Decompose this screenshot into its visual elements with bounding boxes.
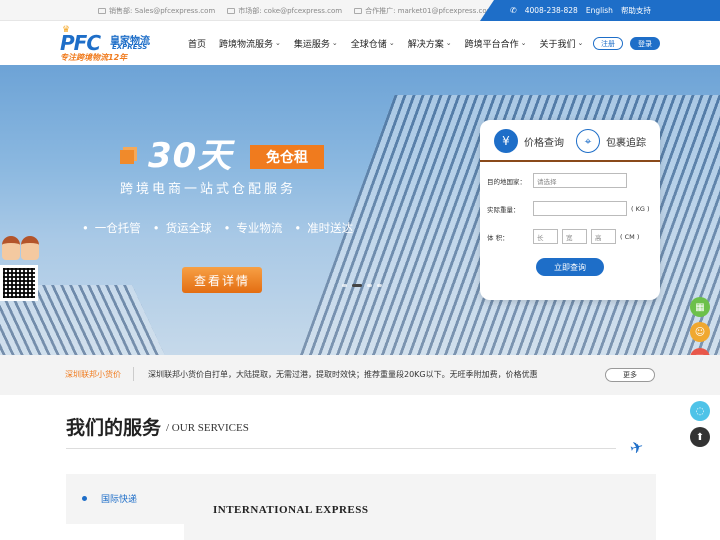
mail-icon [98,7,106,14]
customer-service-avatars[interactable] [0,236,42,262]
length-input[interactable]: 长 [533,229,558,244]
banner-bullets: 一仓托管 货运全球 专业物流 准时送达 [82,220,353,236]
width-input[interactable]: 宽 [562,229,587,244]
tab-package-tracking[interactable]: ⌖ 包裹追踪 [576,129,646,153]
contact-promo[interactable]: 合作推广: market01@pfcexpress.com [354,6,493,16]
register-button[interactable]: 注册 [593,37,623,50]
back-to-top-icon[interactable]: ⬆ [690,427,710,447]
location-pin-icon: ⌖ [576,129,600,153]
banner-bullet: 准时送达 [294,220,353,236]
chevron-down-icon: ⌄ [388,39,395,47]
chat-icon[interactable]: ◌ [690,401,710,421]
carousel-dots [342,284,382,287]
login-button[interactable]: 登录 [630,37,660,50]
size-unit: ( CM ) [620,232,640,241]
banner-bullet: 货运全球 [153,220,212,236]
weight-input[interactable] [533,201,627,216]
avatar [2,236,20,260]
height-input[interactable]: 高 [591,229,616,244]
carousel-dot[interactable] [367,284,372,287]
cube-icon [120,150,134,164]
service-title-en: INTERNATIONAL EXPRESS [213,504,369,516]
chevron-down-icon: ⌄ [520,39,527,47]
qr-code [0,265,38,301]
nav-warehousing[interactable]: 全球仓储 ⌄ [351,37,395,50]
phone-number: 4008-238-828 [524,6,578,15]
divider [133,367,134,381]
query-submit-button[interactable]: 立即查询 [536,258,604,276]
weight-label: 实际重量： [487,205,520,214]
contact-sales[interactable]: 销售部: Sales@pfcexpress.com [98,6,215,16]
airplane-icon: ✈ [627,436,646,459]
country-select[interactable]: 请选择 [533,173,627,188]
header: ♛ PFC 皇家物流 EXPRESS 专注跨境物流12年 首页 跨境物流服务 ⌄ … [0,21,720,65]
contact-market[interactable]: 市场部: coke@pfcexpress.com [227,6,342,16]
mail-icon [354,7,363,14]
query-panel: ¥ 价格查询 ⌖ 包裹追踪 目的地国家： 请选择 实际重量： ( KG ) 体 … [480,120,660,300]
qr-float-icon[interactable]: ▦ [690,297,710,317]
divider [66,448,616,449]
size-label: 体 积： [487,233,509,242]
nav-home[interactable]: 首页 [188,37,206,50]
main-nav: 首页 跨境物流服务 ⌄ 集运服务 ⌄ 全球仓储 ⌄ 解决方案 ⌄ 跨境平台合作 ⌄ 关于我… [188,21,596,65]
country-row: 目的地国家： 请选择 [487,173,627,188]
weight-row: 实际重量： ( KG ) [487,201,650,216]
country-label: 目的地国家： [487,177,526,186]
banner-bullet: 专业物流 [224,220,282,236]
banner-tag: 免仓租 [250,145,324,169]
view-details-button[interactable]: 查看详情 [182,267,262,293]
chevron-down-icon: ⌄ [577,39,584,47]
yen-icon: ¥ [494,129,518,153]
news-strip: 深圳联邦小货价 深圳联邦小货价自打单，大陆提取，无需过港，提取时效快；推荐重量段… [0,355,720,395]
services-title: 我们的服务 [66,417,162,439]
banner-subtitle: 跨境电商一站式仓配服务 [120,182,297,197]
weight-unit: ( KG ) [631,204,650,213]
services-tab-gap [66,524,184,540]
top-bar-right: ✆ 4008-238-828 English 帮助支持 [480,0,720,21]
nav-cross-border-logistics[interactable]: 跨境物流服务 ⌄ [219,37,281,50]
help-link[interactable]: 帮助支持 [621,5,651,16]
query-tabs: ¥ 价格查询 ⌖ 包裹追踪 [480,120,660,162]
service-item-international-express[interactable]: 国际快递 [82,492,137,505]
nav-solutions[interactable]: 解决方案 ⌄ [408,37,452,50]
english-link[interactable]: English [586,6,613,15]
contact-list: 销售部: Sales@pfcexpress.com 市场部: coke@pfce… [98,0,493,21]
banner-headline: 30天 [148,136,233,176]
avatar [21,236,39,260]
tab-price-query[interactable]: ¥ 价格查询 [494,129,564,153]
chevron-down-icon: ⌄ [445,39,452,47]
chevron-down-icon: ⌄ [275,39,281,47]
carousel-dot[interactable] [342,284,347,287]
logo[interactable]: ♛ PFC 皇家物流 EXPRESS 专注跨境物流12年 [60,25,160,63]
news-tag[interactable]: 深圳联邦小货价 [65,369,121,380]
mail-icon [227,7,236,14]
qq-icon[interactable]: ☺ [690,322,710,342]
carousel-dot-active[interactable] [352,284,362,287]
size-row: 体 积： 长 宽 高 ( CM ) [487,229,639,244]
banner-bullet: 一仓托管 [82,220,141,236]
chevron-down-icon: ⌄ [331,39,338,47]
more-button[interactable]: 更多 [605,368,655,382]
news-text[interactable]: 深圳联邦小货价自打单，大陆提取，无需过港，提取时效快；推荐重量段20KG以下。无… [148,369,538,380]
nav-about[interactable]: 关于我们 ⌄ [539,37,583,50]
phone-icon: ✆ [510,6,517,15]
top-bar: 销售部: Sales@pfcexpress.com 市场部: coke@pfce… [0,0,720,21]
bullet-dot [82,496,87,501]
logo-en: EXPRESS [112,43,148,51]
nav-consolidation[interactable]: 集运服务 ⌄ [294,37,338,50]
nav-platform-partners[interactable]: 跨境平台合作 ⌄ [465,37,527,50]
services-title-en: / OUR SERVICES [166,422,249,434]
carousel-dot[interactable] [377,284,382,287]
logo-slogan: 专注跨境物流12年 [60,53,128,62]
